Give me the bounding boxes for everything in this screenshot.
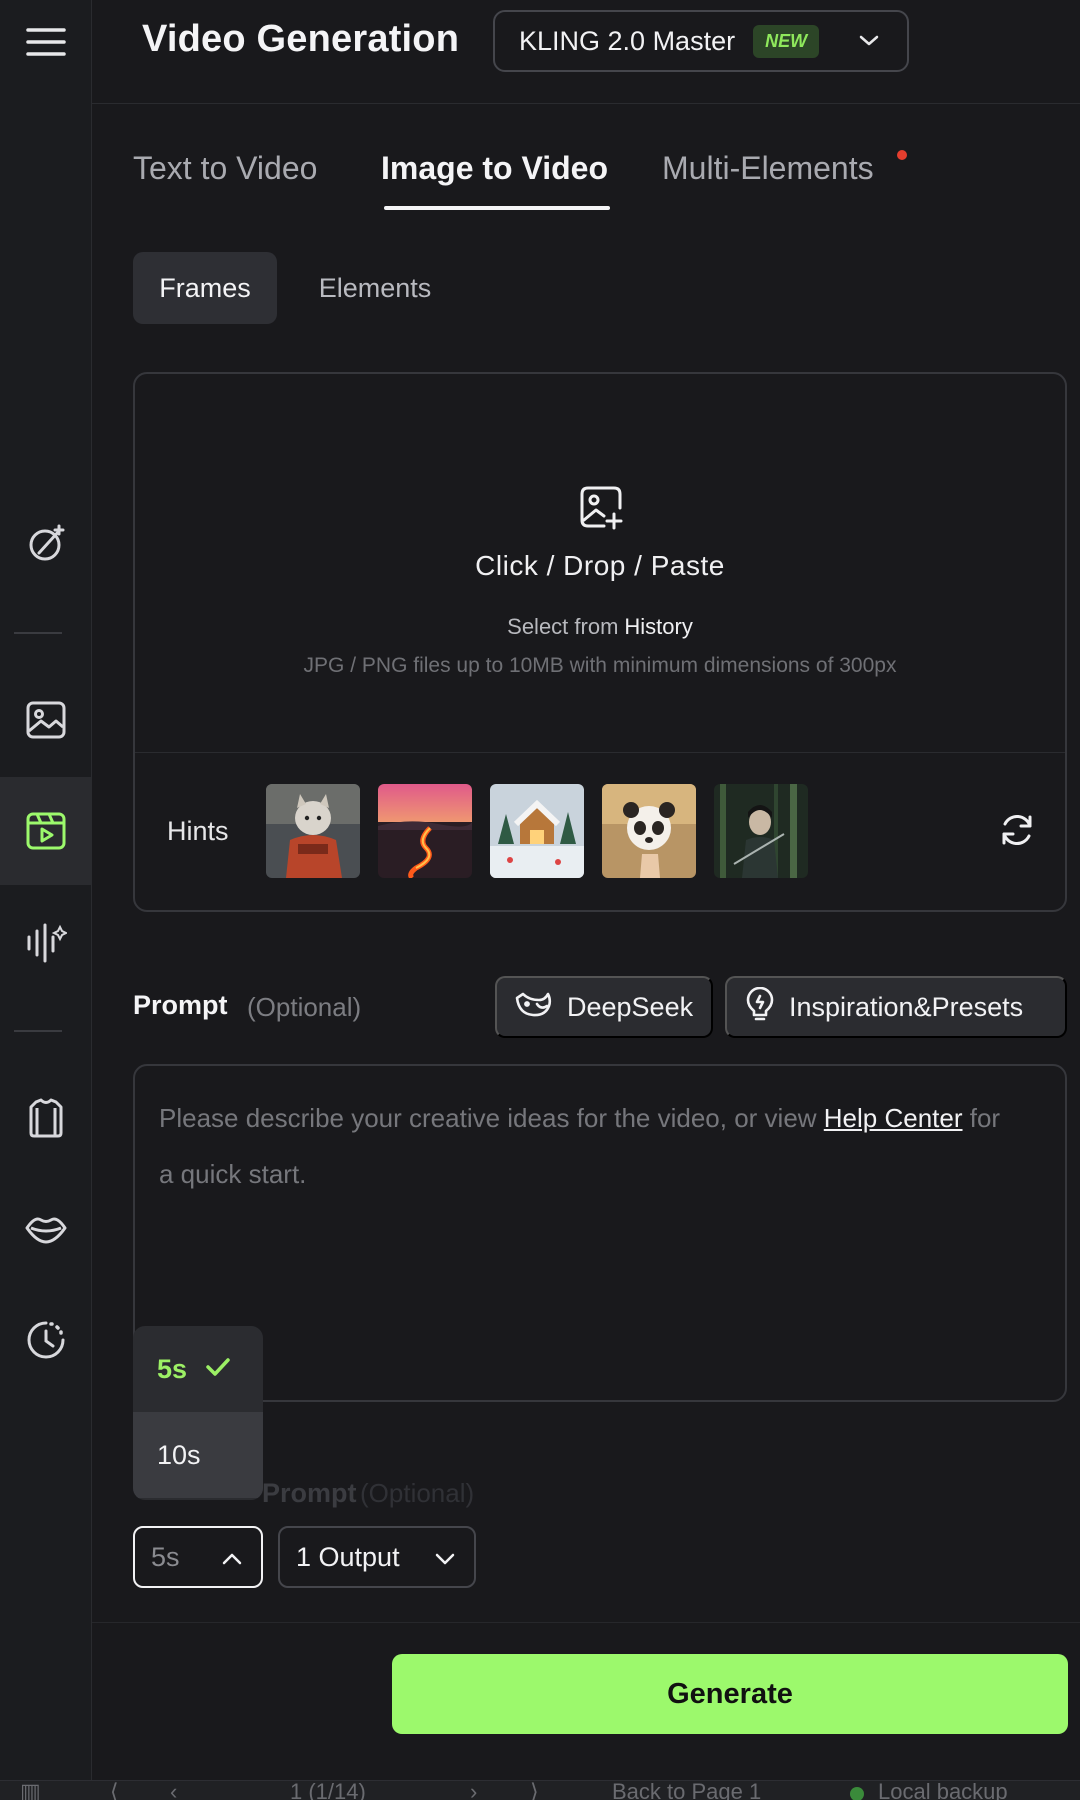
rail-divider (14, 632, 62, 634)
image-upload-dropzone[interactable]: Click / Drop / Paste Select from History … (133, 372, 1067, 912)
deepseek-whale-icon (515, 990, 567, 1025)
chevron-up-icon (222, 1553, 242, 1565)
sidebar-item-try-on[interactable] (0, 1064, 92, 1172)
prev-page-icon[interactable]: ‹ (170, 1781, 177, 1800)
add-image-icon (578, 484, 626, 537)
last-page-icon[interactable]: ⟩ (530, 1781, 539, 1800)
hints-label: Hints (167, 816, 229, 846)
negative-prompt-optional: (Optional) (360, 1478, 475, 1508)
backup-status-dot (850, 1787, 864, 1800)
video-icon (25, 810, 67, 852)
audio-waveform-icon (25, 921, 67, 963)
duration-select[interactable]: 5s (133, 1526, 263, 1588)
upload-instruction: Click / Drop / Paste (475, 550, 725, 581)
new-badge: NEW (753, 24, 820, 58)
inspiration-presets-button[interactable]: Inspiration&Presets (725, 976, 1067, 1038)
sidebar-item-videos[interactable] (0, 777, 92, 885)
page-navigation-bar: ▥ ⟨ ‹ 1 (1/14) › ⟩ Back to Page 1 Local … (0, 1780, 1080, 1800)
prompt-optional-label: (Optional) (247, 992, 362, 1022)
checkmark-icon (187, 1354, 231, 1385)
duration-option-label: 10s (157, 1439, 201, 1470)
menu-button[interactable] (0, 0, 92, 96)
subtab-elements[interactable]: Elements (300, 252, 450, 324)
help-center-link[interactable]: Help Center (824, 1103, 963, 1133)
back-to-page-link[interactable]: Back to Page 1 (612, 1781, 761, 1800)
upload-requirements: JPG / PNG files up to 10MB with minimum … (303, 654, 897, 677)
subtab-frames[interactable]: Frames (133, 252, 277, 324)
active-tab-indicator (384, 206, 610, 210)
hint-thumbnail-lava-landscape[interactable] (378, 784, 472, 878)
sidebar-item-lip-sync[interactable] (0, 1175, 92, 1283)
refresh-hints-icon[interactable] (999, 812, 1035, 853)
select-from-history: Select from History (135, 614, 1065, 640)
lips-icon (25, 1214, 67, 1244)
deepseek-button[interactable]: DeepSeek (495, 976, 713, 1038)
sidebar-item-images[interactable] (0, 666, 92, 774)
model-selector[interactable]: KLING 2.0 Master NEW (493, 10, 909, 72)
duration-dropdown-menu: 5s 10s (133, 1326, 263, 1500)
deepseek-label: DeepSeek (567, 991, 694, 1022)
hint-thumbnail-panda[interactable] (602, 784, 696, 878)
sidebar-item-ai-tools[interactable] (0, 490, 92, 598)
top-header: Video Generation KLING 2.0 Master NEW (92, 0, 1080, 104)
hint-thumbnail-cat-warrior[interactable] (266, 784, 360, 878)
left-rail (0, 0, 92, 1780)
output-count-select[interactable]: 1 Output (278, 1526, 476, 1588)
generate-button[interactable]: Generate (392, 1654, 1068, 1734)
next-page-icon[interactable]: › (470, 1781, 477, 1800)
grid-icon[interactable]: ▥ (20, 1781, 41, 1800)
output-count-value: 1 Output (296, 1541, 400, 1572)
duration-option-5s[interactable]: 5s (133, 1326, 263, 1412)
history-clock-icon (25, 1319, 67, 1361)
duration-option-10s[interactable]: 10s (133, 1412, 263, 1498)
hint-thumbnail-snow-village[interactable] (490, 784, 584, 878)
negative-prompt-label: Prompt (262, 1478, 357, 1508)
duration-value: 5s (151, 1541, 180, 1572)
chevron-down-icon (435, 1553, 455, 1565)
page-title: Video Generation (142, 18, 460, 60)
sidebar-item-history[interactable] (0, 1286, 92, 1394)
tab-image-to-video[interactable]: Image to Video (381, 150, 608, 187)
select-from-label: Select from (507, 614, 619, 639)
notification-dot (897, 150, 907, 160)
shirt-icon (25, 1097, 67, 1139)
hint-thumbnail-bamboo-warrior[interactable] (714, 784, 808, 878)
tab-multi-elements[interactable]: Multi-Elements (662, 150, 874, 187)
magic-wand-icon (25, 523, 67, 565)
local-backup-label: Local backup (878, 1780, 1008, 1800)
duration-option-label: 5s (157, 1353, 188, 1384)
first-page-icon[interactable]: ⟨ (110, 1781, 119, 1800)
history-link[interactable]: History (624, 614, 692, 639)
upload-divider (135, 752, 1065, 753)
rail-divider (14, 1030, 62, 1032)
tab-text-to-video[interactable]: Text to Video (133, 150, 317, 187)
prompt-label: Prompt (133, 990, 228, 1020)
page-indicator: 1 (1/14) (290, 1780, 366, 1800)
footer-divider (92, 1622, 1080, 1623)
hamburger-menu-icon (26, 27, 66, 57)
lightbulb-icon (745, 986, 789, 1028)
model-name: KLING 2.0 Master (519, 25, 736, 56)
prompt-placeholder: Please describe your creative ideas for … (159, 1103, 1001, 1189)
image-icon (25, 699, 67, 741)
sidebar-item-audio[interactable] (0, 888, 92, 996)
prompt-textarea[interactable]: Please describe your creative ideas for … (133, 1064, 1067, 1402)
inspiration-presets-label: Inspiration&Presets (789, 991, 1024, 1022)
chevron-down-icon (857, 28, 881, 57)
